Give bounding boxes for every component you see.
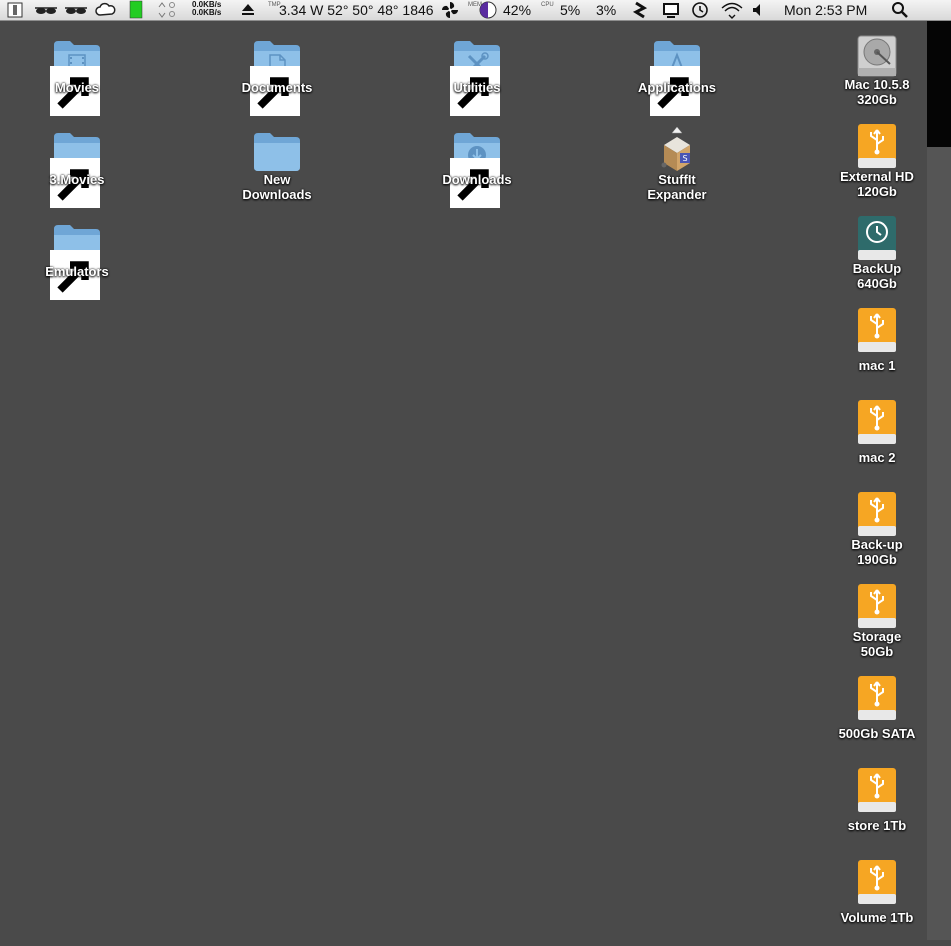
desktop-drive-store-1tb[interactable]: store 1Tb: [812, 766, 942, 854]
sunglasses-icon[interactable]: [64, 0, 88, 20]
usb-drive-icon: [852, 306, 902, 356]
desktop-item-movies[interactable]: Movies: [12, 33, 142, 121]
battery-icon[interactable]: [128, 0, 144, 20]
desktop-item-emulators[interactable]: Emulators: [12, 217, 142, 305]
desktop-drive-500gb-sata[interactable]: 500Gb SATA: [812, 674, 942, 762]
desktop-item-3-movies[interactable]: 3.Movies: [12, 125, 142, 213]
desktop-item-label-line2: 320Gb: [857, 92, 897, 107]
documents-folder-icon: [250, 33, 302, 116]
desktop-item-label: BackUp: [852, 261, 902, 276]
desktop-item-label: mac 2: [858, 450, 896, 465]
spotlight-icon[interactable]: [890, 0, 910, 20]
desktop-item-label-line2: Downloads: [242, 187, 312, 202]
folder-icon: [50, 217, 102, 300]
desktop-item-label: Downloads: [442, 172, 512, 187]
desktop-item-label: 3.Movies: [49, 172, 105, 187]
desktop-item-applications[interactable]: Applications: [612, 33, 742, 121]
desktop-drive-mac-10-5-8[interactable]: Mac 10.5.8 320Gb: [812, 30, 942, 118]
wifi-icon[interactable]: [720, 0, 744, 20]
desktop-item-documents[interactable]: Documents: [212, 33, 342, 121]
desktop-item-label: Mac 10.5.8: [844, 77, 910, 92]
desktop-drive-external-hd[interactable]: External HD 120Gb: [812, 122, 942, 210]
desktop-drive-mac-1[interactable]: mac 1: [812, 306, 942, 394]
usb-drive-icon: [852, 766, 902, 816]
downloads-folder-icon: [450, 125, 502, 208]
arrows-icon: [156, 0, 180, 20]
desktop-item-new-downloads[interactable]: New Downloads: [212, 125, 342, 213]
desktop-item-label: Storage: [852, 629, 902, 644]
desktop-item-label: 500Gb SATA: [838, 726, 916, 741]
display-icon[interactable]: [661, 0, 681, 20]
desktop-item-label: mac 1: [858, 358, 896, 373]
menubar-clock[interactable]: Mon 2:53 PM: [784, 0, 867, 20]
desktop-drive-volume-1tb[interactable]: Volume 1Tb: [812, 858, 942, 946]
movies-folder-icon: [50, 33, 102, 116]
mem-label: MEM: [468, 2, 482, 8]
desktop-item-label: StuffIt: [658, 172, 696, 187]
desktop-item-label: New: [263, 172, 291, 187]
folder-icon: [252, 125, 302, 175]
desktop-item-label: Volume 1Tb: [840, 910, 914, 925]
desktop-item-label: Movies: [54, 80, 100, 95]
desktop-drive-backup[interactable]: BackUp 640Gb: [812, 214, 942, 302]
desktop-item-label: Utilities: [453, 80, 501, 95]
cpu-value-1: 5%: [560, 2, 581, 18]
menu-bar: 0.0KB/s 0.0KB/s TMP 3.34 W 52° 50° 48° 1…: [0, 0, 951, 21]
desktop-item-label: Documents: [241, 80, 313, 95]
desktop-item-label: Emulators: [45, 264, 109, 279]
utilities-folder-icon: [450, 33, 502, 116]
stuffit-expander-icon: S: [652, 125, 702, 175]
net-download-rate: 0.0KB/s: [192, 8, 222, 17]
desktop-drive-back-up[interactable]: Back-up 190Gb: [812, 490, 942, 578]
desktop-item-stuffit-expander[interactable]: S StuffIt Expander: [612, 125, 742, 213]
desktop-item-label-line2: 50Gb: [860, 644, 894, 659]
desktop-drive-storage[interactable]: Storage 50Gb: [812, 582, 942, 670]
applications-folder-icon: [650, 33, 702, 116]
cpu-label: CPU: [541, 2, 554, 8]
time-machine-icon[interactable]: [690, 0, 710, 20]
internal-hard-drive-icon: [852, 30, 902, 80]
usb-drive-icon: [852, 122, 902, 172]
desktop-item-label-line2: Expander: [647, 187, 707, 202]
weather-readout[interactable]: 3.34 W 52° 50° 48° 1846: [279, 0, 434, 20]
desktop-item-label: Applications: [637, 80, 716, 95]
desktop-drive-mac-2[interactable]: mac 2: [812, 398, 942, 486]
folder-icon: [50, 125, 102, 208]
usb-drive-icon: [852, 858, 902, 908]
cloud-icon[interactable]: [95, 0, 117, 20]
sunglasses-icon[interactable]: [34, 0, 58, 20]
desktop-item-label: store 1Tb: [847, 818, 907, 833]
volume-icon[interactable]: [751, 0, 767, 20]
usb-drive-icon: [852, 674, 902, 724]
desktop-item-label: Back-up: [851, 537, 903, 552]
desktop-item-label: External HD: [840, 169, 914, 184]
desktop-item-label-line2: 190Gb: [857, 552, 897, 567]
svg-text:S: S: [682, 154, 687, 163]
system-monitor-icon[interactable]: [5, 0, 25, 20]
mem-value: 42%: [503, 2, 532, 18]
desktop-item-label-line2: 640Gb: [857, 276, 897, 291]
cpu-value-2: 3%: [596, 2, 617, 18]
desktop-item-downloads[interactable]: Downloads: [412, 125, 542, 213]
fan-icon[interactable]: [440, 0, 460, 20]
usb-drive-icon: [852, 582, 902, 632]
time-machine-drive-icon: [852, 214, 902, 264]
usb-drive-icon: [852, 398, 902, 448]
desktop-item-utilities[interactable]: Utilities: [412, 33, 542, 121]
temp-label: TMP: [268, 2, 281, 8]
usb-drive-icon: [852, 490, 902, 540]
dropbox-icon[interactable]: [632, 0, 648, 20]
memory-pie-icon[interactable]: [478, 0, 498, 20]
desktop-item-label-line2: 120Gb: [857, 184, 897, 199]
eject-icon[interactable]: [240, 0, 256, 20]
